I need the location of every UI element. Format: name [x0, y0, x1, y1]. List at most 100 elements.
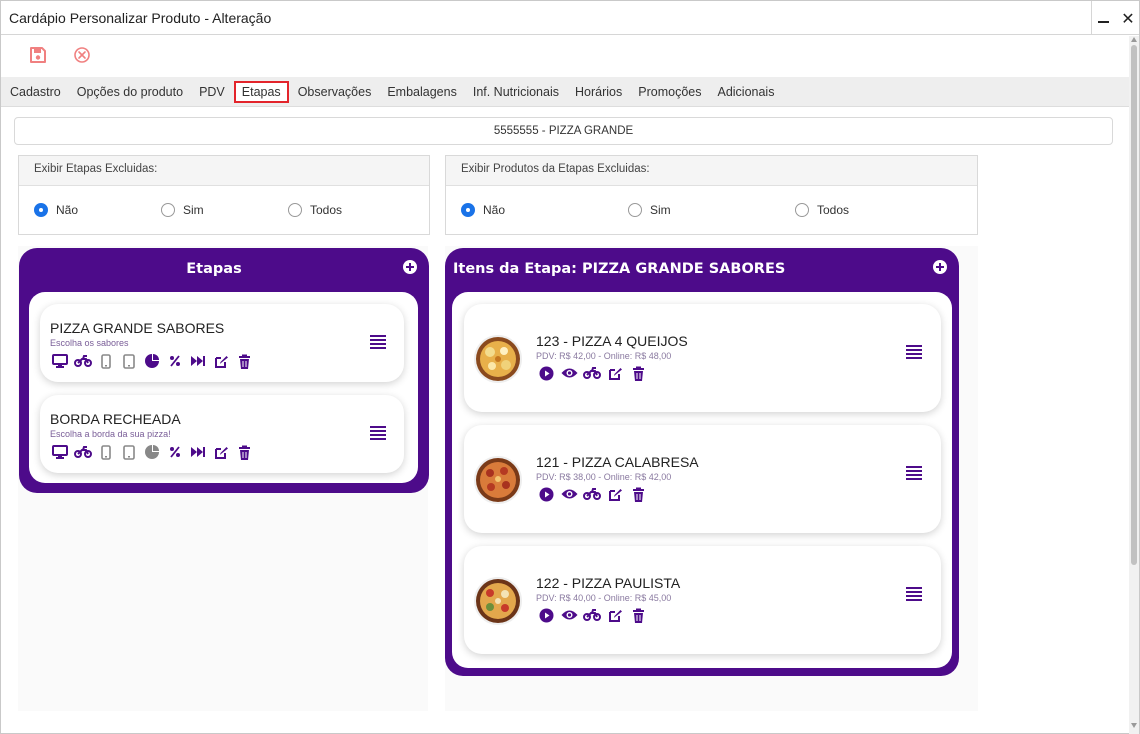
- menu-icon[interactable]: [370, 335, 386, 349]
- eye-icon[interactable]: [559, 607, 579, 623]
- etapa-description: Escolha a borda da sua pizza!: [50, 429, 171, 439]
- radio-label: Todos: [310, 203, 343, 217]
- etapa-actions: [50, 444, 257, 460]
- percent-icon[interactable]: [165, 353, 185, 369]
- trash-icon[interactable]: [628, 607, 648, 623]
- etapa-actions: [50, 353, 257, 369]
- item-actions: [536, 365, 651, 381]
- trash-icon[interactable]: [628, 365, 648, 381]
- motorcycle-icon[interactable]: [73, 444, 93, 460]
- eye-icon[interactable]: [559, 365, 579, 381]
- trash-icon[interactable]: [628, 486, 648, 502]
- tablet-icon[interactable]: [119, 444, 139, 460]
- play-icon[interactable]: [536, 365, 556, 381]
- radio-label: Todos: [817, 203, 850, 217]
- minimize-button[interactable]: [1091, 1, 1115, 35]
- mobile-icon[interactable]: [96, 444, 116, 460]
- menu-icon[interactable]: [906, 345, 922, 359]
- motorcycle-icon[interactable]: [582, 607, 602, 623]
- tab-cadastro[interactable]: Cadastro: [3, 81, 68, 103]
- eye-icon[interactable]: [559, 486, 579, 502]
- menu-icon[interactable]: [370, 426, 386, 440]
- trash-icon[interactable]: [234, 353, 254, 369]
- item-card[interactable]: 123 - PIZZA 4 QUEIJOS PDV: R$ 42,00 - On…: [464, 304, 941, 412]
- add-item-icon[interactable]: [933, 260, 947, 274]
- tablet-icon[interactable]: [119, 353, 139, 369]
- tab-opcoes-do-produto[interactable]: Opções do produto: [70, 81, 190, 103]
- etapa-card[interactable]: BORDA RECHEADA Escolha a borda da sua pi…: [40, 395, 404, 473]
- cancel-icon[interactable]: [73, 46, 91, 64]
- scroll-up-icon[interactable]: [1131, 37, 1137, 42]
- app-window: Cardápio Personalizar Produto - Alteraçã…: [0, 0, 1140, 734]
- radio-label: Não: [483, 203, 506, 217]
- etapa-card[interactable]: PIZZA GRANDE SABORES Escolha os sabores: [40, 304, 404, 382]
- pie-chart-icon[interactable]: [142, 444, 162, 460]
- item-card[interactable]: 122 - PIZZA PAULISTA PDV: R$ 40,00 - Onl…: [464, 546, 941, 654]
- radio-nao[interactable]: Não: [461, 203, 505, 217]
- radio-label: Não: [56, 203, 79, 217]
- edit-icon[interactable]: [605, 607, 625, 623]
- radio-todos[interactable]: Todos: [795, 203, 849, 217]
- scroll-down-icon[interactable]: [1131, 723, 1137, 728]
- tab-etapas[interactable]: Etapas: [233, 80, 289, 103]
- play-icon[interactable]: [536, 486, 556, 502]
- tab-inf-nutricionais[interactable]: Inf. Nutricionais: [466, 81, 566, 103]
- motorcycle-icon[interactable]: [582, 486, 602, 502]
- item-actions: [536, 607, 651, 623]
- tab-bar: Cadastro Opções do produto PDV Etapas Ob…: [1, 77, 1129, 107]
- filter-label: Exibir Etapas Excluidas:: [19, 156, 429, 186]
- pizza-image: [474, 456, 522, 504]
- fast-forward-icon[interactable]: [188, 444, 208, 460]
- edit-icon[interactable]: [211, 444, 231, 460]
- close-button[interactable]: ✕: [1116, 1, 1140, 35]
- panel-title: Itens da Etapa: PIZZA GRANDE SABORES: [453, 261, 786, 277]
- scrollbar-thumb[interactable]: [1131, 45, 1137, 565]
- minimize-icon: [1098, 21, 1109, 23]
- save-icon[interactable]: [29, 46, 47, 64]
- window-title: Cardápio Personalizar Produto - Alteraçã…: [9, 10, 272, 26]
- item-prices: PDV: R$ 40,00 - Online: R$ 45,00: [536, 593, 672, 603]
- monitor-icon[interactable]: [50, 353, 70, 369]
- panel-title: Etapas: [186, 261, 242, 277]
- etapas-list: PIZZA GRANDE SABORES Escolha os sabores …: [29, 292, 418, 483]
- menu-icon[interactable]: [906, 587, 922, 601]
- filter-produtos-excluidos: Exibir Produtos da Etapas Excluidas: Não…: [445, 155, 978, 235]
- mobile-icon[interactable]: [96, 353, 116, 369]
- itens-panel: Itens da Etapa: PIZZA GRANDE SABORES 123…: [445, 248, 959, 676]
- tab-pdv[interactable]: PDV: [192, 81, 232, 103]
- play-icon[interactable]: [536, 607, 556, 623]
- motorcycle-icon[interactable]: [582, 365, 602, 381]
- edit-icon[interactable]: [605, 486, 625, 502]
- fast-forward-icon[interactable]: [188, 353, 208, 369]
- toolbar: [1, 36, 1129, 76]
- product-title: 5555555 - PIZZA GRANDE: [14, 117, 1113, 145]
- radio-sim[interactable]: Sim: [628, 203, 671, 217]
- radio-group: Não Sim Todos: [19, 186, 429, 235]
- item-name: 121 - PIZZA CALABRESA: [536, 454, 699, 470]
- edit-icon[interactable]: [211, 353, 231, 369]
- add-etapa-icon[interactable]: [403, 260, 417, 274]
- radio-unchecked-icon: [628, 203, 642, 217]
- title-bar: Cardápio Personalizar Produto - Alteraçã…: [1, 1, 1139, 35]
- menu-icon[interactable]: [906, 466, 922, 480]
- tab-horarios[interactable]: Horários: [568, 81, 629, 103]
- trash-icon[interactable]: [234, 444, 254, 460]
- motorcycle-icon[interactable]: [73, 353, 93, 369]
- percent-icon[interactable]: [165, 444, 185, 460]
- radio-todos[interactable]: Todos: [288, 203, 342, 217]
- filter-etapas-excluidas: Exibir Etapas Excluidas: Não Sim Todos: [18, 155, 430, 235]
- tab-embalagens[interactable]: Embalagens: [380, 81, 464, 103]
- radio-label: Sim: [650, 203, 671, 217]
- edit-icon[interactable]: [605, 365, 625, 381]
- radio-sim[interactable]: Sim: [161, 203, 204, 217]
- tab-observacoes[interactable]: Observações: [291, 81, 379, 103]
- radio-nao[interactable]: Não: [34, 203, 78, 217]
- itens-list: 123 - PIZZA 4 QUEIJOS PDV: R$ 42,00 - On…: [452, 292, 952, 668]
- item-actions: [536, 486, 651, 502]
- radio-group: Não Sim Todos: [446, 186, 977, 235]
- tab-promocoes[interactable]: Promoções: [631, 81, 708, 103]
- tab-adicionais[interactable]: Adicionais: [710, 81, 781, 103]
- item-card[interactable]: 121 - PIZZA CALABRESA PDV: R$ 38,00 - On…: [464, 425, 941, 533]
- pie-chart-icon[interactable]: [142, 353, 162, 369]
- monitor-icon[interactable]: [50, 444, 70, 460]
